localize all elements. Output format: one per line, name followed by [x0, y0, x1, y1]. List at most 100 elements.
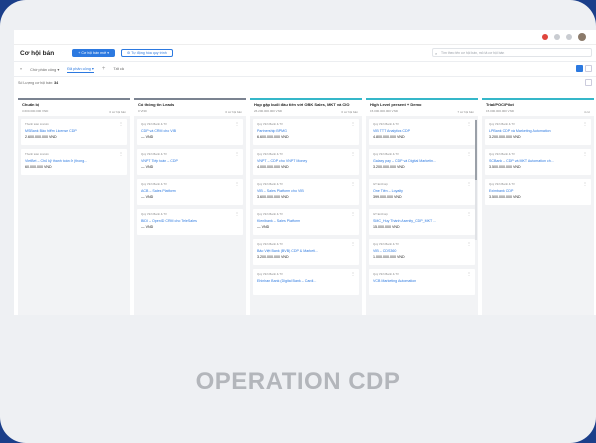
card-company: Quý Vĩnh Banh & TV — [373, 152, 399, 156]
card-company: Quý Vĩnh Banh & TV — [489, 152, 515, 156]
more-icon[interactable]: ⋮ — [351, 241, 355, 246]
card-title-link[interactable]: BIDI – OpenID CRM cho TeleSales — [141, 219, 239, 223]
card-title-link[interactable]: VietBet – Chủ kỹ thanh toán ở (thong... — [25, 159, 123, 163]
card-value: 399.000.000 VND — [373, 195, 402, 199]
settings-icon[interactable] — [585, 79, 592, 86]
top-bar — [14, 30, 596, 45]
automation-button[interactable]: ⚙ Tự động hóa quy trình — [121, 49, 173, 57]
apps-icon[interactable] — [566, 34, 572, 40]
column-count: 0 cơ hội bán — [225, 110, 242, 114]
card-title-link[interactable]: Galaxy pay – CDP và Digital Marketin... — [373, 159, 471, 163]
opportunity-card[interactable]: Quý Vĩnh Banh & TV VCB Marketing Automati… — [369, 269, 475, 295]
opportunity-card[interactable]: Quý Vĩnh Banh & TV VNPT – CDP cho VNPT Mo… — [253, 149, 359, 175]
opportunity-card[interactable]: Quý Vĩnh Banh & TV Kienlbank – Sales Plat… — [253, 209, 359, 235]
more-icon[interactable]: ⋮ — [351, 211, 355, 216]
opportunity-count: Số Lượng cơ hội bán: 34 — [14, 77, 596, 89]
help-icon[interactable] — [554, 34, 560, 40]
add-opportunity-button[interactable]: + Cơ hội bán mới ▾ — [72, 49, 116, 57]
more-icon[interactable]: ⋮ — [235, 121, 239, 126]
card-title-link[interactable]: MSBank Bảo hiểm License CDP — [25, 129, 123, 133]
column-title: Có thông tin Leads — [138, 102, 175, 107]
opportunity-card[interactable]: Quý Vĩnh Banh & TV VNPT Tiếp toàn – CDP — … — [137, 149, 243, 175]
opportunity-card[interactable]: Quý Vĩnh Banh & TV Ehinhan Bank (Digital … — [253, 269, 359, 295]
more-icon[interactable]: ⋮ — [467, 181, 471, 186]
opportunity-card[interactable]: Quý Vĩnh Banh & TV Eximbank CDP 3.500.000.… — [485, 179, 591, 205]
card-value: 3.200.000.000 VND — [257, 255, 289, 259]
opportunity-card[interactable]: Quý Vĩnh Banh & TV Partnership BPMG 6.600.… — [253, 119, 359, 145]
more-icon[interactable]: ⋮ — [583, 121, 587, 126]
card-title-link[interactable]: Eximbank CDP — [489, 189, 587, 193]
card-value: 1.000.000.000 VND — [373, 255, 405, 259]
column-count: 7 cơ hội bán — [457, 110, 474, 114]
notification-icon[interactable] — [542, 34, 548, 40]
tab-unassigned[interactable]: Chờ phân công ▾ — [30, 67, 59, 72]
more-icon[interactable]: ⋮ — [467, 211, 471, 216]
opportunity-card[interactable]: Quý Vĩnh Banh & TV Bảo Việt Bank (BVB) CD… — [253, 239, 359, 265]
card-title-link[interactable]: Kienlbank – Sales Platform — [257, 219, 355, 223]
more-icon[interactable]: ⋮ — [583, 181, 587, 186]
card-value: 3.600.000.000 VND — [257, 195, 289, 199]
list-view-icon[interactable] — [585, 65, 592, 72]
more-icon[interactable]: ⋮ — [583, 151, 587, 156]
card-title-link[interactable]: VIB TTT Analytics CDP — [373, 129, 471, 133]
opportunity-card[interactable]: Quý Vĩnh Banh & TV VIB – Sales Platform c… — [253, 179, 359, 205]
card-title-link[interactable]: Ehinhan Bank (Digital Bank – Cardi... — [257, 279, 355, 283]
more-icon[interactable]: ⋮ — [467, 241, 471, 246]
card-title-link[interactable]: VIB – CDS360 — [373, 249, 471, 253]
card-title-link[interactable]: SCBank – CDP và MKT Automation ch... — [489, 159, 587, 163]
opportunity-card[interactable]: Quý Vĩnh Banh & TV VIB TTT Analytics CDP 4… — [369, 119, 475, 145]
card-title-link[interactable]: SMC_Huy Thành Asenity_CDP_MKT ... — [373, 219, 471, 223]
more-icon[interactable]: ⋮ — [467, 271, 471, 276]
card-title-link[interactable]: One Tiên – Loyalty — [373, 189, 471, 193]
opportunity-card[interactable]: Quý Vĩnh Banh & TV VIB – CDS360 1.000.000.… — [369, 239, 475, 265]
card-title-link[interactable]: VNPT Tiếp toàn – CDP — [141, 159, 239, 163]
tab-assigned[interactable]: Đã phân công ▾ — [67, 66, 94, 73]
more-icon[interactable]: ⋮ — [119, 121, 123, 126]
card-title-link[interactable]: ACB – Sales Platform — [141, 189, 239, 193]
more-icon[interactable]: ⋮ — [119, 151, 123, 156]
opportunity-card[interactable]: Thanh toán Lincoln MSBank Bảo hiểm Licens… — [21, 119, 127, 145]
search-input[interactable]: ⌕ Tìm theo tên cơ hội bán, mô tả cơ hội … — [432, 48, 592, 57]
more-icon[interactable]: ⋮ — [235, 211, 239, 216]
column-title: Trial/POC/Pilot — [486, 102, 514, 107]
card-title-link[interactable]: CDP và CRM cho VIB — [141, 129, 239, 133]
card-company: Quý Vĩnh Banh & TV — [141, 152, 167, 156]
opportunity-card[interactable]: Thanh toán Lincoln VietBet – Chủ kỹ thanh… — [21, 149, 127, 175]
more-icon[interactable]: ⋮ — [351, 121, 355, 126]
more-icon[interactable]: ⋮ — [351, 151, 355, 156]
opportunity-card[interactable]: Quý Vĩnh Banh & TV SCBank – CDP và MKT Au… — [485, 149, 591, 175]
page-header: Cơ hội bán + Cơ hội bán mới ▾ ⚙ Tự động … — [14, 45, 596, 62]
more-icon[interactable]: ⋮ — [351, 271, 355, 276]
opportunity-card[interactable]: Quý Vĩnh Banh & TV Galaxy pay – CDP và Di… — [369, 149, 475, 175]
more-icon[interactable]: ⋮ — [467, 151, 471, 156]
card-company: Quý Vĩnh Banh & TV — [373, 272, 399, 276]
card-title-link[interactable]: VCB Marketing Automation — [373, 279, 471, 283]
avatar[interactable] — [578, 33, 586, 41]
tab-all[interactable]: Tất cả — [113, 67, 124, 71]
card-title-link[interactable]: Partnership BPMG — [257, 129, 355, 133]
column-header: Có thông tin Leads 0 VND 0 cơ hội bán — [134, 98, 246, 116]
more-icon[interactable]: ⋮ — [351, 181, 355, 186]
automation-label: Tự động hóa quy trình — [131, 51, 167, 55]
opportunity-card[interactable]: Quý Vĩnh Banh & TV LPBank CDP và Marketin… — [485, 119, 591, 145]
card-title-link[interactable]: VNPT – CDP cho VNPT Money — [257, 159, 355, 163]
collapse-icon[interactable]: » — [20, 67, 22, 71]
card-value: 3.500.000.000 VND — [489, 195, 521, 199]
card-title-link[interactable]: LPBank CDP và Marketing Automation — [489, 129, 587, 133]
opportunity-card[interactable]: Quý Vĩnh Banh & TV CDP và CRM cho VIB — VN… — [137, 119, 243, 145]
opportunity-card[interactable]: GT EntCorp SMC_Huy Thành Asenity_CDP_MKT … — [369, 209, 475, 235]
opportunity-card[interactable]: Quý Vĩnh Banh & TV ACB – Sales Platform — … — [137, 179, 243, 205]
more-icon[interactable]: ⋮ — [235, 181, 239, 186]
opportunity-card[interactable]: GT EntCorp One Tiên – Loyalty 399.000.000 … — [369, 179, 475, 205]
card-company: Quý Vĩnh Banh & TV — [373, 122, 399, 126]
scrollbar-thumb[interactable] — [475, 120, 477, 180]
column-header: High Level present + Demo 15.000.000.000 … — [366, 98, 478, 116]
more-icon[interactable]: ⋮ — [467, 121, 471, 126]
kanban-view-icon[interactable] — [576, 65, 583, 72]
card-title-link[interactable]: VIB – Sales Platform cho VIB — [257, 189, 355, 193]
more-icon[interactable]: ⋮ — [235, 151, 239, 156]
opportunity-card[interactable]: Quý Vĩnh Banh & TV BIDI – OpenID CRM cho … — [137, 209, 243, 235]
card-title-link[interactable]: Bảo Việt Bank (BVB) CDP & Marketi... — [257, 249, 355, 253]
add-tab-icon[interactable]: + — [102, 66, 106, 72]
page-title: Cơ hội bán — [20, 49, 55, 57]
